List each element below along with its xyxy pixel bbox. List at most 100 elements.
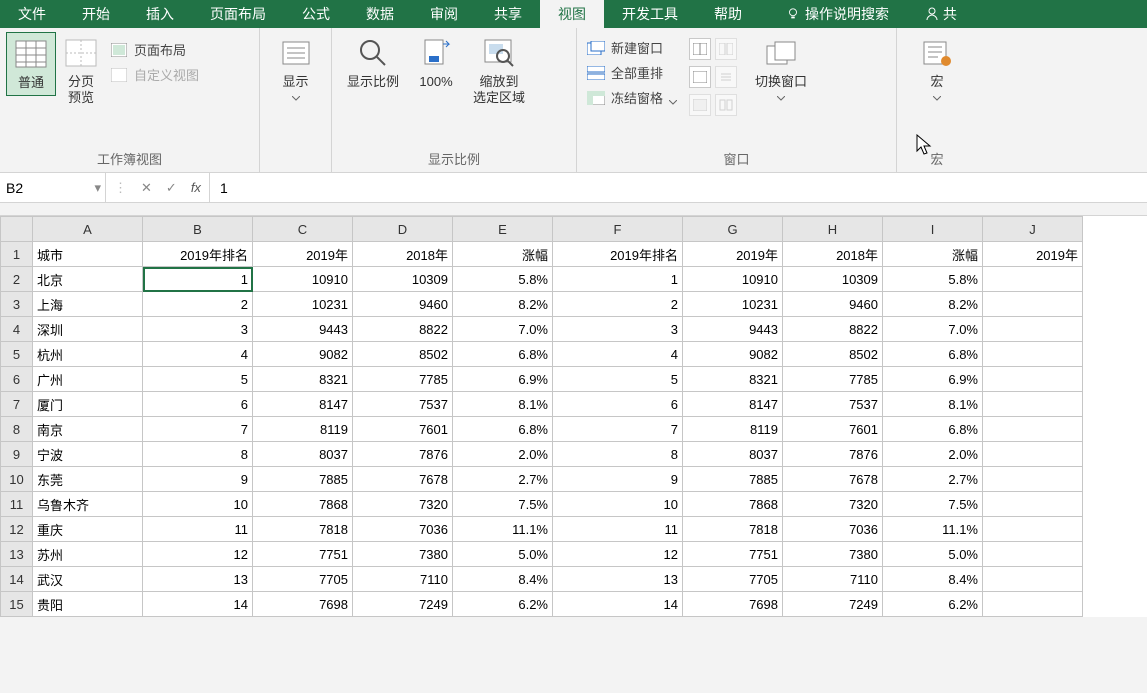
cell[interactable] bbox=[983, 517, 1083, 542]
cell[interactable]: 2019年 bbox=[683, 242, 783, 267]
cell[interactable]: 8 bbox=[143, 442, 253, 467]
spreadsheet-grid[interactable]: ABCDEFGHIJ1城市2019年排名2019年2018年涨幅2019年排名2… bbox=[0, 216, 1147, 617]
cell[interactable]: 10309 bbox=[783, 267, 883, 292]
cell[interactable]: 7698 bbox=[683, 592, 783, 617]
menu-共享[interactable]: 共享 bbox=[476, 0, 540, 28]
cell[interactable]: 2019年 bbox=[253, 242, 353, 267]
cell[interactable]: 7 bbox=[553, 417, 683, 442]
row-header-1[interactable]: 1 bbox=[1, 242, 33, 267]
row-header-15[interactable]: 15 bbox=[1, 592, 33, 617]
cell[interactable] bbox=[983, 317, 1083, 342]
cell[interactable]: 2.7% bbox=[453, 467, 553, 492]
zoom-button[interactable]: 显示比例 bbox=[338, 32, 408, 94]
cell[interactable]: 5.0% bbox=[453, 542, 553, 567]
cell[interactable]: 14 bbox=[553, 592, 683, 617]
cell[interactable]: 8.4% bbox=[453, 567, 553, 592]
cell[interactable]: 贵阳 bbox=[33, 592, 143, 617]
cell[interactable]: 7876 bbox=[783, 442, 883, 467]
cell[interactable]: 8119 bbox=[683, 417, 783, 442]
cell[interactable]: 7.0% bbox=[883, 317, 983, 342]
cell[interactable]: 3 bbox=[553, 317, 683, 342]
menu-开发工具[interactable]: 开发工具 bbox=[604, 0, 696, 28]
row-header-3[interactable]: 3 bbox=[1, 292, 33, 317]
cell[interactable]: 涨幅 bbox=[453, 242, 553, 267]
cell[interactable]: 6 bbox=[553, 392, 683, 417]
cell[interactable]: 10910 bbox=[253, 267, 353, 292]
cell[interactable]: 10309 bbox=[353, 267, 453, 292]
cell[interactable]: 8147 bbox=[683, 392, 783, 417]
col-header-B[interactable]: B bbox=[143, 217, 253, 242]
cell[interactable]: 5 bbox=[143, 367, 253, 392]
page-layout-button[interactable]: 页面布局 bbox=[110, 40, 199, 59]
cell[interactable]: 6.8% bbox=[883, 417, 983, 442]
cell[interactable]: 10231 bbox=[253, 292, 353, 317]
menu-审阅[interactable]: 审阅 bbox=[412, 0, 476, 28]
cell[interactable]: 11.1% bbox=[883, 517, 983, 542]
col-header-J[interactable]: J bbox=[983, 217, 1083, 242]
cell[interactable]: 2.0% bbox=[453, 442, 553, 467]
cell[interactable]: 7876 bbox=[353, 442, 453, 467]
cell[interactable] bbox=[983, 542, 1083, 567]
col-header-D[interactable]: D bbox=[353, 217, 453, 242]
menu-页面布局[interactable]: 页面布局 bbox=[192, 0, 284, 28]
unhide-window-button[interactable] bbox=[689, 94, 711, 116]
cell[interactable]: 9460 bbox=[353, 292, 453, 317]
cell[interactable]: 10231 bbox=[683, 292, 783, 317]
normal-view-button[interactable]: 普通 bbox=[6, 32, 56, 96]
page-break-preview-button[interactable]: 分页 预览 bbox=[56, 32, 106, 109]
chevron-down-icon[interactable]: ▾ bbox=[94, 180, 101, 196]
cell[interactable]: 上海 bbox=[33, 292, 143, 317]
cell[interactable]: 8.1% bbox=[453, 392, 553, 417]
menu-公式[interactable]: 公式 bbox=[284, 0, 348, 28]
cell[interactable] bbox=[983, 292, 1083, 317]
cell[interactable]: 13 bbox=[143, 567, 253, 592]
cell[interactable]: 6.2% bbox=[453, 592, 553, 617]
freeze-panes-button[interactable]: 冻结窗格 bbox=[587, 88, 677, 107]
cancel-icon[interactable]: ✕ bbox=[141, 180, 152, 196]
cell[interactable]: 2018年 bbox=[353, 242, 453, 267]
cell[interactable] bbox=[983, 367, 1083, 392]
row-header-6[interactable]: 6 bbox=[1, 367, 33, 392]
name-box[interactable]: ▾ bbox=[0, 173, 106, 202]
menu-帮助[interactable]: 帮助 bbox=[696, 0, 760, 28]
row-header-13[interactable]: 13 bbox=[1, 542, 33, 567]
name-box-input[interactable] bbox=[6, 180, 99, 196]
cell[interactable]: 厦门 bbox=[33, 392, 143, 417]
cell[interactable] bbox=[983, 467, 1083, 492]
cell[interactable]: 6.8% bbox=[883, 342, 983, 367]
cell[interactable]: 1 bbox=[143, 267, 253, 292]
cell[interactable] bbox=[983, 492, 1083, 517]
cell[interactable]: 7601 bbox=[783, 417, 883, 442]
expand-icon[interactable]: ⋮ bbox=[114, 180, 127, 196]
cell[interactable]: 13 bbox=[553, 567, 683, 592]
col-header-A[interactable]: A bbox=[33, 217, 143, 242]
col-header-E[interactable]: E bbox=[453, 217, 553, 242]
cell[interactable]: 7705 bbox=[683, 567, 783, 592]
cell[interactable]: 12 bbox=[553, 542, 683, 567]
cell[interactable]: 6.9% bbox=[883, 367, 983, 392]
cell[interactable]: 东莞 bbox=[33, 467, 143, 492]
row-header-7[interactable]: 7 bbox=[1, 392, 33, 417]
cell[interactable]: 北京 bbox=[33, 267, 143, 292]
cell[interactable]: 11.1% bbox=[453, 517, 553, 542]
cell[interactable]: 5 bbox=[553, 367, 683, 392]
cell[interactable]: 7818 bbox=[683, 517, 783, 542]
cell[interactable]: 7751 bbox=[683, 542, 783, 567]
cell[interactable]: 7885 bbox=[683, 467, 783, 492]
cell[interactable]: 7.0% bbox=[453, 317, 553, 342]
cell[interactable]: 8119 bbox=[253, 417, 353, 442]
col-header-I[interactable]: I bbox=[883, 217, 983, 242]
cell[interactable]: 6 bbox=[143, 392, 253, 417]
cell[interactable]: 2.0% bbox=[883, 442, 983, 467]
cell[interactable] bbox=[983, 442, 1083, 467]
cell[interactable]: 7678 bbox=[783, 467, 883, 492]
cell[interactable]: 6.9% bbox=[453, 367, 553, 392]
cell[interactable] bbox=[983, 417, 1083, 442]
arrange-all-button[interactable]: 全部重排 bbox=[587, 63, 677, 82]
row-header-14[interactable]: 14 bbox=[1, 567, 33, 592]
cell[interactable]: 11 bbox=[553, 517, 683, 542]
cell[interactable]: 2019年 bbox=[983, 242, 1083, 267]
cell[interactable]: 9460 bbox=[783, 292, 883, 317]
cell[interactable] bbox=[983, 592, 1083, 617]
cell[interactable]: 8037 bbox=[683, 442, 783, 467]
